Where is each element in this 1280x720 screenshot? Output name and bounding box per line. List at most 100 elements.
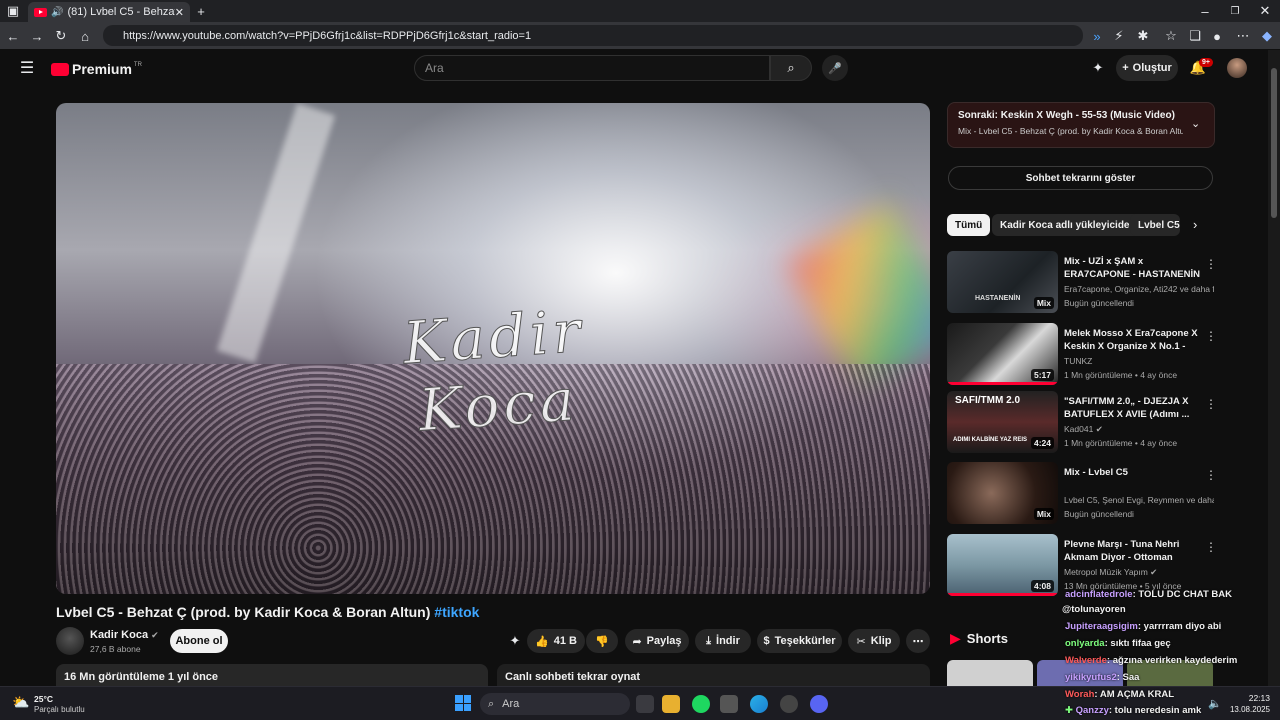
- menu-icon[interactable]: ☰: [18, 59, 36, 77]
- channel-name[interactable]: Kadir Koca ✔: [90, 629, 159, 641]
- up-next-card[interactable]: Sonraki: Keskin X Wegh - 55-53 (Music Vi…: [947, 102, 1215, 148]
- app-icon[interactable]: [780, 695, 798, 713]
- chip-artist[interactable]: Lvbel C5: [1130, 214, 1180, 236]
- hashtag-link[interactable]: #tiktok: [434, 604, 479, 620]
- favorites-icon[interactable]: ☆: [1162, 27, 1180, 45]
- app-icon[interactable]: [720, 695, 738, 713]
- more-actions-button[interactable]: ⋯: [906, 629, 930, 653]
- extensions-icon[interactable]: ✱: [1134, 27, 1152, 45]
- youtube-logo[interactable]: Premium TR: [51, 61, 142, 77]
- task-view-icon[interactable]: [636, 695, 654, 713]
- thanks-button[interactable]: $ Teşekkürler: [757, 629, 842, 653]
- video-thumbnail[interactable]: HASTANENİN Mix: [947, 251, 1058, 313]
- start-icon[interactable]: [455, 695, 471, 711]
- spotify-icon[interactable]: [692, 695, 710, 713]
- rec-meta: 1 Mn görüntüleme • 4 ay önce: [1064, 370, 1178, 380]
- video-thumbnail[interactable]: 5:17: [947, 323, 1058, 385]
- chat-text: : TOLU DC CHAT BAK: [1132, 589, 1232, 600]
- new-tab-icon[interactable]: +: [192, 2, 210, 20]
- home-icon[interactable]: ⌂: [76, 27, 94, 45]
- video-player[interactable]: Kadir Koca: [56, 103, 930, 594]
- tab-actions-icon[interactable]: ▣: [4, 2, 22, 20]
- search-icon: ⌕: [488, 697, 495, 710]
- dislike-button[interactable]: 👎: [586, 629, 618, 653]
- ai-sparkle-icon[interactable]: ✦: [1089, 59, 1107, 77]
- taskbar-search[interactable]: ⌕ Ara: [480, 693, 630, 715]
- clock-date: 13.08.2025: [1229, 705, 1270, 714]
- video-thumbnail[interactable]: Mix: [947, 462, 1058, 524]
- create-button[interactable]: + Oluştur: [1116, 55, 1178, 81]
- volume-icon[interactable]: 🔈: [1208, 697, 1222, 710]
- more-vertical-icon[interactable]: ⋮: [1205, 329, 1217, 343]
- weather-icon[interactable]: ⛅: [12, 694, 29, 711]
- search-input[interactable]: Ara: [414, 55, 770, 81]
- profile-icon[interactable]: ●: [1208, 27, 1226, 45]
- reload-icon[interactable]: ↻: [52, 27, 70, 45]
- list-item[interactable]: 5:17 Melek Mosso X Era7capone X Keskin X…: [947, 323, 1217, 387]
- close-tab-icon[interactable]: ✕: [175, 6, 184, 19]
- forward-icon[interactable]: →: [28, 27, 46, 45]
- video-thumbnail[interactable]: SAFI/TMM 2.0 ADIMI KALBİNE YAZ REIS 4:24: [947, 391, 1058, 453]
- clip-button[interactable]: ✂ Klip: [848, 629, 900, 653]
- like-button[interactable]: 👍 41 B: [527, 629, 585, 653]
- channel-avatar[interactable]: [56, 627, 84, 655]
- share-label: Paylaş: [646, 635, 682, 647]
- scrollbar-thumb[interactable]: [1271, 68, 1277, 218]
- plus-icon: +: [1122, 62, 1129, 74]
- thumbs-up-icon: 👍: [535, 635, 549, 648]
- extension-icon[interactable]: »: [1088, 27, 1106, 45]
- share-button[interactable]: ➦ Paylaş: [625, 629, 689, 653]
- more-vertical-icon[interactable]: ⋮: [1205, 397, 1217, 411]
- more-vertical-icon[interactable]: ⋮: [1205, 540, 1217, 554]
- browser-tab[interactable]: 🔊 (81) Lvbel C5 - Behzat Ç (prod. ✕: [28, 2, 190, 22]
- youtube-header: ☰ Premium TR Ara ⌕ 🎤 ✦ + Oluştur 🔔 9+: [0, 50, 1268, 90]
- more-icon[interactable]: ⋯: [1234, 27, 1252, 45]
- avatar[interactable]: [1227, 58, 1247, 78]
- mix-badge: Mix: [1033, 508, 1054, 520]
- close-window-icon[interactable]: ✕: [1256, 2, 1274, 20]
- share-icon: ➦: [632, 635, 642, 648]
- collections-icon[interactable]: ❏: [1186, 27, 1204, 45]
- minimize-icon[interactable]: –: [1196, 2, 1214, 20]
- url-field[interactable]: https://www.youtube.com/watch?v=PPjD6Gfr…: [103, 25, 1083, 46]
- channel-name-text: Kadir Koca: [90, 629, 149, 641]
- discord-icon[interactable]: [810, 695, 828, 713]
- up-next-playlist: Mix - Lvbel C5 - Behzat Ç (prod. by Kadi…: [958, 126, 1183, 136]
- list-item[interactable]: Mix Mix - Lvbel C5 Lvbel C5, Şenol Evgi,…: [947, 462, 1217, 526]
- subscriber-count: 27,6 B abone: [90, 644, 141, 654]
- chevron-right-icon[interactable]: ›: [1193, 217, 1197, 232]
- maximize-icon[interactable]: ❐: [1226, 2, 1244, 20]
- extension-icon[interactable]: ⚡: [1110, 27, 1128, 45]
- logo-label: Premium: [72, 61, 132, 77]
- edge-icon[interactable]: [750, 695, 768, 713]
- list-item[interactable]: SAFI/TMM 2.0 ADIMI KALBİNE YAZ REIS 4:24…: [947, 391, 1217, 455]
- chat-user: yikikyufus2: [1065, 672, 1117, 683]
- rec-title: Mix - UZİ x ŞAM x ERA7CAPONE - HASTANENİ…: [1064, 256, 1201, 283]
- search-icon: ⌕: [787, 60, 795, 75]
- ai-sparkle-icon[interactable]: ✦: [506, 632, 524, 650]
- chat-message: onlyarda: sıktı fifaa geç: [1065, 638, 1171, 649]
- show-chat-replay-button[interactable]: Sohbet tekrarını göster: [948, 166, 1213, 190]
- chat-text: : tolu neredesin amk: [1108, 705, 1202, 716]
- subscribe-button[interactable]: Abone ol: [170, 629, 228, 653]
- voice-search-button[interactable]: 🎤: [822, 55, 848, 81]
- thanks-icon: $: [763, 635, 770, 647]
- chip-uploader[interactable]: Kadir Koca adlı yükleyiciden: [992, 214, 1144, 236]
- short-thumbnail[interactable]: [947, 660, 1033, 686]
- more-vertical-icon[interactable]: ⋮: [1205, 257, 1217, 271]
- rec-meta: 1 Mn görüntüleme • 4 ay önce: [1064, 438, 1178, 448]
- back-icon[interactable]: ←: [4, 27, 22, 45]
- video-thumbnail[interactable]: 4:08: [947, 534, 1058, 596]
- list-item[interactable]: HASTANENİN Mix Mix - UZİ x ŞAM x ERA7CAP…: [947, 251, 1217, 315]
- chevron-down-icon[interactable]: ⌄: [1191, 117, 1200, 130]
- watch-progress-bar: [947, 382, 1058, 385]
- speaker-icon[interactable]: 🔊: [51, 7, 63, 18]
- more-vertical-icon[interactable]: ⋮: [1205, 468, 1217, 482]
- file-explorer-icon[interactable]: [662, 695, 680, 713]
- copilot-icon[interactable]: ◆: [1258, 27, 1276, 45]
- up-next-title: Sonraki: Keskin X Wegh - 55-53 (Music Vi…: [958, 110, 1204, 121]
- download-button[interactable]: ⤓ İndir: [695, 629, 751, 653]
- chip-all[interactable]: Tümü: [947, 214, 991, 236]
- verified-icon: ✔: [1150, 567, 1158, 577]
- search-button[interactable]: ⌕: [770, 55, 812, 81]
